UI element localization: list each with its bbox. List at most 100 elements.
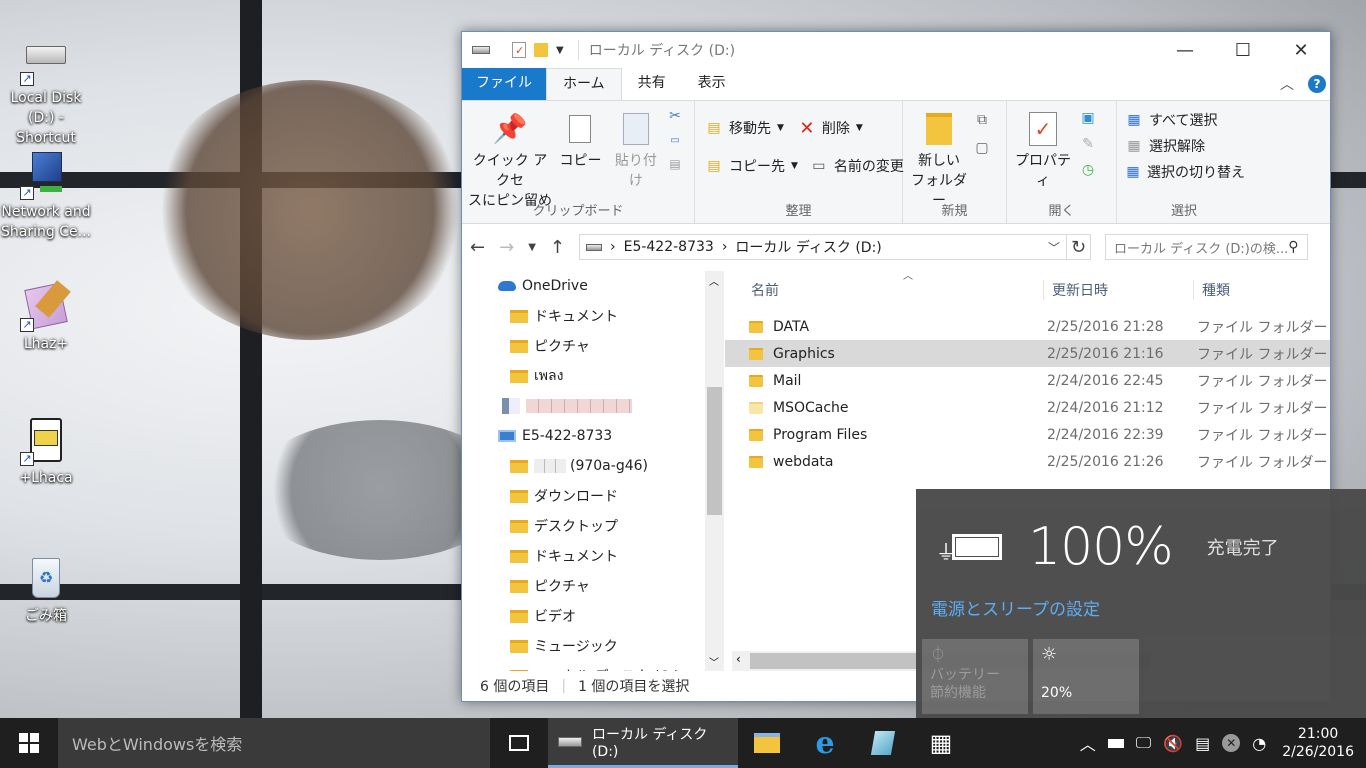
- quick-access-dropdown-icon[interactable]: ▼: [556, 45, 564, 56]
- up-icon[interactable]: ↑: [550, 237, 565, 258]
- edit-icon[interactable]: ✎: [1079, 135, 1097, 153]
- column-type[interactable]: 種類: [1193, 279, 1230, 300]
- help-icon[interactable]: ?: [1308, 75, 1326, 93]
- delete-button[interactable]: ✕ 削除 ▼: [798, 115, 862, 141]
- column-name[interactable]: 名前: [725, 280, 1043, 300]
- maximize-button[interactable]: ☐: [1214, 32, 1272, 68]
- breadcrumb-drive[interactable]: ローカル ディスク (D:): [735, 237, 881, 257]
- show-hidden-icons-icon[interactable]: ︿: [1080, 731, 1096, 755]
- open-icon[interactable]: ▣: [1079, 109, 1097, 127]
- breadcrumb-pc[interactable]: E5-422-8733: [624, 239, 714, 255]
- nav-item-label: デスクトップ: [534, 519, 618, 535]
- nav-item[interactable]: ビデオ: [462, 601, 724, 631]
- paste-shortcut-icon[interactable]: ▤: [666, 155, 684, 173]
- desktop-icon-local-disk[interactable]: ↗ Local Disk (D:) - Shortcut: [0, 36, 92, 148]
- copy-button[interactable]: コピー: [558, 107, 602, 171]
- search-input[interactable]: ローカル ディスク (D:)の検... ⚲: [1104, 234, 1308, 260]
- recent-locations-icon[interactable]: ▼: [528, 242, 536, 253]
- select-all-button[interactable]: ▦ すべて選択: [1125, 107, 1245, 133]
- refresh-icon[interactable]: ↻: [1066, 234, 1091, 260]
- invert-selection-button[interactable]: ▦ 選択の切り替え: [1125, 159, 1245, 185]
- file-row[interactable]: webdata 2/25/2016 21:26 ファイル フォルダー: [725, 448, 1330, 475]
- nav-item[interactable]: E5-422-8733: [462, 421, 724, 451]
- nav-item[interactable]: ミュージック: [462, 631, 724, 661]
- tab-file[interactable]: ファイル: [462, 68, 546, 100]
- document-icon: [510, 309, 528, 323]
- desktop-icon-lhaca[interactable]: ↗ +Lhaca: [0, 416, 92, 488]
- taskbar-explorer-window[interactable]: ローカル ディスク (D:): [548, 718, 738, 768]
- history-icon[interactable]: ◷: [1079, 161, 1097, 179]
- taskbar-search-box[interactable]: WebとWindowsを検索: [58, 718, 490, 768]
- nav-item[interactable]: ピクチャ: [462, 571, 724, 601]
- desktop-icon-network[interactable]: ↗ Network and Sharing Ce...: [0, 150, 92, 242]
- nav-item[interactable]: ローカル ディスク (C:): [462, 661, 724, 671]
- move-to-button[interactable]: ▤ 移動先 ▼: [705, 115, 784, 141]
- nav-item[interactable]: เพลง: [462, 361, 724, 391]
- copy-to-button[interactable]: ▤ コピー先 ▼: [705, 153, 798, 179]
- tab-home[interactable]: ホーム: [546, 68, 622, 100]
- column-date[interactable]: 更新日時: [1043, 279, 1193, 300]
- nav-item[interactable]: ダウンロード: [462, 481, 724, 511]
- file-row[interactable]: Graphics 2/25/2016 21:16 ファイル フォルダー: [725, 340, 1330, 367]
- action-center-icon[interactable]: ▤: [1195, 734, 1210, 753]
- minimize-button[interactable]: —: [1156, 32, 1214, 68]
- file-row[interactable]: Mail 2/24/2016 22:45 ファイル フォルダー: [725, 367, 1330, 394]
- file-name: Graphics: [773, 345, 835, 362]
- paste-button[interactable]: 貼り付け: [609, 107, 663, 191]
- network-tray-icon[interactable]: 🖵: [1136, 733, 1151, 753]
- address-bar[interactable]: › E5-422-8733 › ローカル ディスク (D:) ﹀: [578, 234, 1067, 260]
- select-none-button[interactable]: ▦ 選択解除: [1125, 133, 1245, 159]
- selected-count: 1 個の項目を選択: [578, 679, 690, 695]
- back-icon[interactable]: ←: [470, 237, 485, 258]
- battery-tray-icon[interactable]: [1107, 738, 1124, 748]
- app-tray-icon[interactable]: ◔: [1252, 734, 1266, 753]
- copy-path-icon[interactable]: ▭: [666, 131, 684, 149]
- desktop-icon-lhaz[interactable]: ↗ Lhaz+: [0, 280, 92, 354]
- battery-saver-tile[interactable]: ⏀ バッテリー 節約機能: [922, 639, 1028, 714]
- power-sleep-settings-link[interactable]: 電源とスリープの設定: [931, 595, 1100, 620]
- taskbar-store[interactable]: [854, 718, 912, 768]
- nav-item[interactable]: OneDrive: [462, 271, 724, 301]
- folder-icon: [749, 455, 763, 468]
- nav-item[interactable]: ピクチャ: [462, 331, 724, 361]
- properties-quick-icon[interactable]: ✓: [512, 42, 526, 58]
- desktop-icon-recycle-bin[interactable]: ♻ ごみ箱: [0, 554, 92, 626]
- tab-view[interactable]: 表示: [682, 68, 742, 100]
- tab-share[interactable]: 共有: [622, 68, 682, 100]
- rename-button[interactable]: ▭ 名前の変更: [810, 153, 904, 179]
- navigation-pane[interactable]: OneDrive ドキュメント ピクチャ เพลง E5-422-8733 (970a-g…: [462, 271, 724, 671]
- new-folder-quick-icon[interactable]: [534, 43, 548, 57]
- start-button[interactable]: [0, 718, 58, 768]
- nav-item[interactable]: ドキュメント: [462, 301, 724, 331]
- nav-item[interactable]: (970a-g46): [462, 451, 724, 481]
- cut-icon[interactable]: ✂: [666, 107, 684, 125]
- file-row[interactable]: Program Files 2/24/2016 22:39 ファイル フォルダー: [725, 421, 1330, 448]
- nav-item[interactable]: デスクトップ: [462, 511, 724, 541]
- task-view-button[interactable]: [490, 718, 548, 768]
- forward-icon[interactable]: →: [499, 237, 514, 258]
- easy-access-icon[interactable]: ▢: [973, 139, 991, 157]
- pin-quick-access-button[interactable]: 📌 クイック アクセ スにピン留め: [468, 107, 552, 211]
- new-item-icon[interactable]: ⧉: [973, 111, 991, 129]
- scrollbar-thumb[interactable]: [707, 387, 722, 515]
- navigation-scrollbar[interactable]: ︿ ﹀: [705, 271, 724, 671]
- collapse-ribbon-icon[interactable]: ︿: [1280, 74, 1294, 94]
- brightness-tile[interactable]: ☼ 20%: [1033, 639, 1139, 714]
- close-circle-icon[interactable]: ✕: [1222, 734, 1241, 752]
- nav-item[interactable]: ドキュメント: [462, 541, 724, 571]
- file-row[interactable]: DATA 2/25/2016 21:28 ファイル フォルダー: [725, 313, 1330, 340]
- nav-item[interactable]: [462, 391, 724, 421]
- clock[interactable]: 21:00 2/26/2016: [1282, 725, 1354, 761]
- volume-muted-icon[interactable]: 🔇: [1163, 734, 1183, 753]
- address-dropdown-icon[interactable]: ﹀: [1048, 239, 1060, 256]
- taskbar-internet-explorer[interactable]: e: [796, 718, 854, 768]
- close-button[interactable]: ✕: [1272, 32, 1330, 68]
- file-row[interactable]: MSOCache 2/24/2016 21:12 ファイル フォルダー: [725, 394, 1330, 421]
- taskbar-calculator[interactable]: ▦: [912, 718, 970, 768]
- properties-button[interactable]: ✓ プロパティ: [1013, 107, 1073, 191]
- new-folder-button[interactable]: 新しい フォルダー: [909, 107, 969, 211]
- onedrive-icon: [498, 281, 516, 291]
- title-bar[interactable]: ✓ ▼ ローカル ディスク (D:) — ☐ ✕: [462, 32, 1330, 68]
- taskbar-file-explorer[interactable]: [738, 718, 796, 768]
- redacted-user-name: [526, 399, 632, 413]
